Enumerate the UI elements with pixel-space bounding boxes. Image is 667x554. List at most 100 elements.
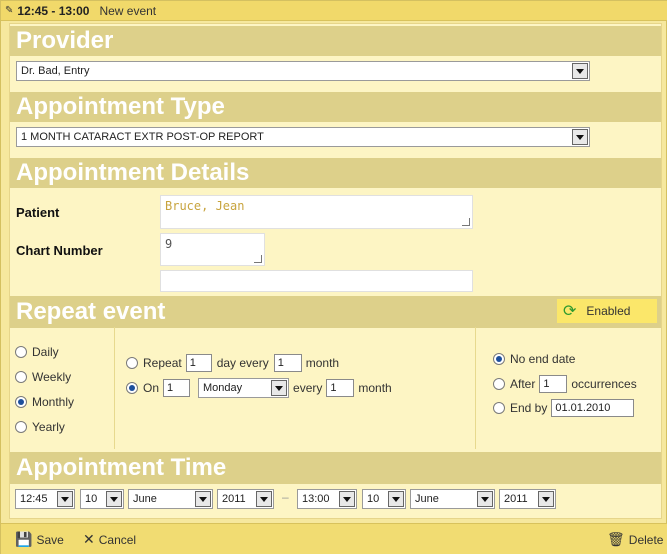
frequency-daily-label: Daily (32, 345, 59, 359)
provider-select-value: Dr. Bad, Entry (21, 65, 90, 77)
pattern1-month-label: month (305, 356, 340, 370)
frequency-yearly-label: Yearly (32, 420, 65, 434)
start-year-select[interactable]: 2011 (217, 489, 274, 509)
title-bar: ✎ 12:45 - 13:00 New event (1, 1, 667, 21)
day-every-label: day every (216, 356, 269, 370)
pattern-on-label: On (143, 381, 160, 395)
pattern-repeat-row[interactable]: Repeat 1 day every 1 month (126, 354, 339, 372)
start-time-select[interactable]: 12:45 (15, 489, 75, 509)
pencil-icon: ✎ (5, 5, 14, 16)
radio-daily[interactable] (15, 346, 27, 358)
chevron-down-icon[interactable] (339, 491, 355, 507)
resize-grip-icon[interactable] (254, 255, 262, 263)
after-label: After (510, 377, 536, 391)
end-year-value: 2011 (504, 493, 528, 505)
patient-label: Patient (16, 205, 60, 220)
end-time-select[interactable]: 13:00 (297, 489, 357, 509)
chevron-down-icon[interactable] (106, 491, 122, 507)
end-month-value: June (415, 493, 439, 505)
enabled-label: Enabled (586, 304, 631, 318)
chevron-down-icon[interactable] (477, 491, 493, 507)
chevron-down-icon[interactable] (388, 491, 404, 507)
frequency-monthly-label: Monthly (32, 395, 75, 409)
on-day-input[interactable]: 1 (163, 379, 191, 397)
save-button[interactable]: 💾 Save (15, 531, 64, 548)
frequency-weekly-label: Weekly (32, 370, 72, 384)
end-year-select[interactable]: 2011 (499, 489, 556, 509)
radio-pattern-repeat[interactable] (126, 357, 138, 369)
save-label: Save (36, 532, 64, 547)
radio-no-end-date[interactable] (493, 353, 505, 365)
after-occurrences-input[interactable]: 1 (539, 375, 568, 393)
event-dialog: ✎ 12:45 - 13:00 New event Provider Dr. B… (0, 0, 667, 554)
chevron-down-icon[interactable] (572, 63, 588, 79)
title-time: 12:45 - 13:00 (17, 3, 90, 18)
end-after-row[interactable]: After 1 occurrences (493, 375, 637, 393)
patient-input[interactable]: Bruce, Jean (160, 195, 473, 229)
frequency-weekly[interactable]: Weekly (15, 370, 71, 384)
occurrences-label: occurrences (571, 377, 637, 391)
radio-monthly[interactable] (15, 396, 27, 408)
refresh-icon: ⟳ (563, 303, 577, 320)
pattern2-month-label: month (358, 381, 392, 395)
frequency-yearly[interactable]: Yearly (15, 420, 65, 434)
every-label: every (293, 381, 323, 395)
end-month-select[interactable]: June (410, 489, 495, 509)
chevron-down-icon[interactable] (538, 491, 554, 507)
chart-number-input[interactable]: 9 (160, 233, 265, 266)
start-day-select[interactable]: 10 (80, 489, 124, 509)
start-month-value: June (133, 493, 157, 505)
appointment-type-select-value: 1 MONTH CATARACT EXTR POST-OP REPORT (21, 131, 264, 143)
dialog-body: Provider Dr. Bad, Entry Appointment Type… (9, 23, 662, 519)
start-time-value: 12:45 (20, 493, 48, 505)
footer-bar: 💾 Save ✕ Cancel 🗑 Delete (1, 523, 667, 554)
radio-weekly[interactable] (15, 371, 27, 383)
end-by-label: End by (510, 401, 548, 415)
chevron-down-icon[interactable] (256, 491, 272, 507)
time-separator: – (282, 490, 289, 504)
pattern-repeat-label: Repeat (143, 356, 182, 370)
start-year-value: 2011 (222, 493, 246, 505)
end-by-date-input[interactable]: 01.01.2010 (551, 399, 635, 417)
radio-pattern-on[interactable] (126, 382, 138, 394)
appointment-type-select[interactable]: 1 MONTH CATARACT EXTR POST-OP REPORT (16, 127, 590, 147)
provider-select[interactable]: Dr. Bad, Entry (16, 61, 590, 81)
column-divider (475, 327, 476, 449)
chevron-down-icon[interactable] (271, 380, 288, 396)
appointment-time-heading: Appointment Time (10, 452, 661, 484)
chart-number-label: Chart Number (16, 243, 103, 258)
repeat-enabled-toggle[interactable]: ⟳ Enabled (557, 299, 657, 323)
radio-yearly[interactable] (15, 421, 27, 433)
end-day-select[interactable]: 10 (362, 489, 406, 509)
weekday-value: Monday (203, 382, 243, 394)
extra-input[interactable] (160, 270, 473, 292)
floppy-disk-icon: 💾 (15, 531, 33, 547)
cancel-label: Cancel (98, 532, 137, 547)
chart-number-value: 9 (165, 237, 173, 251)
start-day-value: 10 (85, 493, 98, 505)
cancel-button[interactable]: ✕ Cancel (83, 531, 136, 548)
end-by-row[interactable]: End by 01.01.2010 (493, 399, 635, 417)
chevron-down-icon[interactable] (195, 491, 211, 507)
delete-button[interactable]: 🗑 Delete (607, 531, 663, 548)
title-event: New event (99, 3, 157, 18)
delete-label: Delete (628, 532, 664, 547)
start-month-select[interactable]: June (128, 489, 213, 509)
pattern-on-row[interactable]: On 1 Monday every 1 month (126, 378, 392, 398)
appointment-type-heading: Appointment Type (10, 92, 661, 122)
chevron-down-icon[interactable] (57, 491, 73, 507)
repeat-day-input[interactable]: 1 (185, 354, 212, 372)
repeat-month-input[interactable]: 1 (273, 354, 302, 372)
frequency-daily[interactable]: Daily (15, 345, 59, 359)
on-month-input[interactable]: 1 (326, 379, 355, 397)
end-none-row[interactable]: No end date (493, 352, 575, 366)
radio-end-after[interactable] (493, 378, 505, 390)
resize-grip-icon[interactable] (462, 218, 470, 226)
trash-icon: 🗑 (607, 531, 625, 547)
patient-value: Bruce, Jean (165, 199, 245, 213)
weekday-select[interactable]: Monday (198, 378, 290, 398)
chevron-down-icon[interactable] (572, 129, 588, 145)
radio-end-by[interactable] (493, 402, 505, 414)
end-time-value: 13:00 (302, 493, 330, 505)
frequency-monthly[interactable]: Monthly (15, 395, 74, 409)
